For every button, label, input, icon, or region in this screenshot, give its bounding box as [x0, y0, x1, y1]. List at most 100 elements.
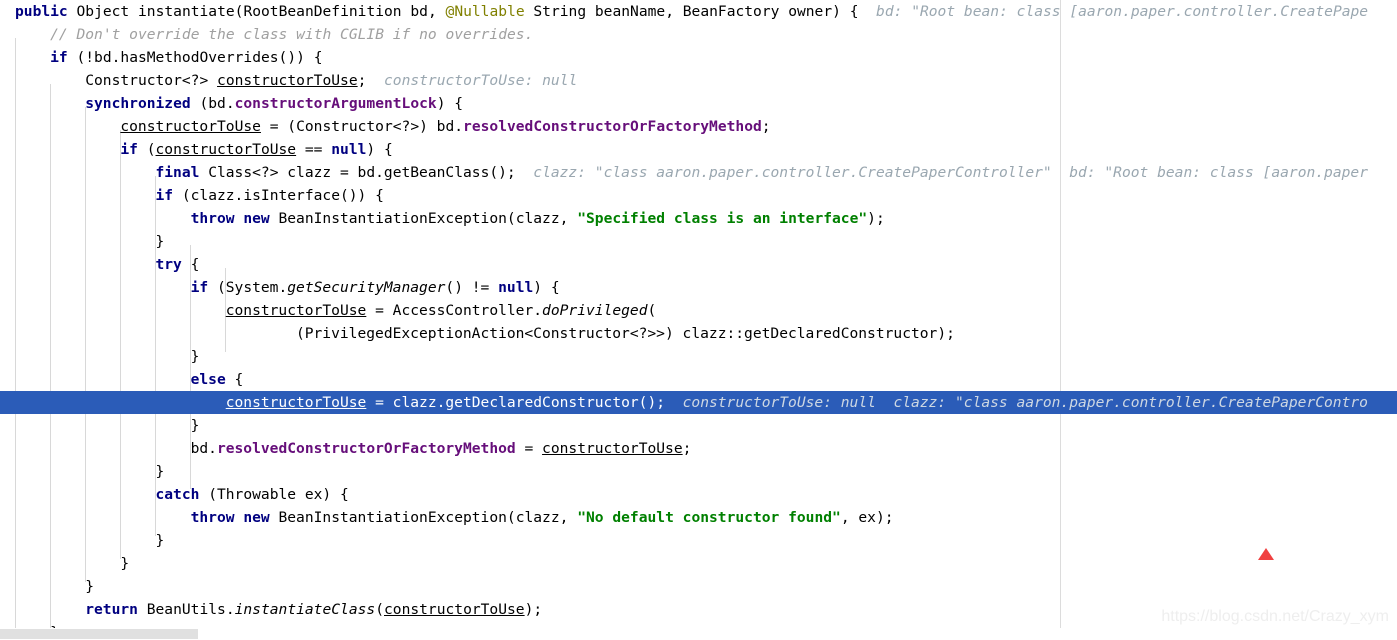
- code-token: BeanInstantiationException(clazz,: [269, 509, 578, 526]
- code-line[interactable]: constructorToUse = clazz.getDeclaredCons…: [0, 391, 1397, 414]
- code-token: new: [243, 210, 270, 227]
- code-token: // Don't override the class with CGLIB i…: [50, 26, 534, 43]
- code-line[interactable]: Constructor<?> constructorToUse; constru…: [0, 69, 1397, 92]
- code-line[interactable]: // Don't override the class with CGLIB i…: [0, 23, 1397, 46]
- code-token: (: [647, 302, 657, 319]
- code-token: (Throwable ex) {: [199, 486, 349, 503]
- code-token: if: [50, 49, 68, 66]
- code-token: ) {: [533, 279, 560, 296]
- code-token: (PrivilegedExceptionAction<Constructor<?…: [295, 325, 955, 342]
- code-token: (bd.: [190, 95, 235, 112]
- code-line[interactable]: if (constructorToUse == null) {: [0, 138, 1397, 161]
- horizontal-scrollbar-thumb[interactable]: [0, 629, 198, 639]
- code-token: (clazz.isInterface()) {: [173, 187, 384, 204]
- code-token: }: [190, 348, 200, 365]
- code-token: }: [155, 463, 165, 480]
- code-token: resolvedConstructorOrFactoryMethod: [216, 440, 516, 457]
- code-token: constructorArgumentLock: [234, 95, 437, 112]
- code-token: () !=: [445, 279, 499, 296]
- code-token: =: [515, 440, 543, 457]
- code-token: BeanInstantiationException(clazz,: [269, 210, 578, 227]
- code-token: public: [15, 3, 68, 20]
- code-token: ) {: [436, 95, 464, 112]
- code-token: new: [243, 509, 270, 526]
- code-token: null: [331, 141, 367, 158]
- code-token: {: [181, 256, 200, 273]
- code-line[interactable]: public Object instantiate(RootBeanDefini…: [0, 0, 1397, 23]
- code-token: }: [155, 233, 165, 250]
- code-token: constructorToUse: [542, 440, 683, 457]
- code-token: }: [120, 555, 130, 572]
- code-line[interactable]: (PrivilegedExceptionAction<Constructor<?…: [0, 322, 1397, 345]
- code-token: constructorToUse: [225, 302, 367, 319]
- code-token: @Nullable: [445, 3, 525, 20]
- code-token: constructorToUse: [217, 72, 358, 89]
- code-token: {: [225, 371, 244, 388]
- code-token: throw: [190, 509, 235, 526]
- error-marker-triangle[interactable]: [1258, 548, 1274, 560]
- code-token: }: [85, 578, 95, 595]
- code-token: constructorToUse: [384, 601, 525, 618]
- code-token: constructorToUse: [120, 118, 261, 135]
- code-line[interactable]: }: [0, 460, 1397, 483]
- code-token: }: [155, 532, 165, 549]
- code-token: if: [120, 141, 138, 158]
- code-line[interactable]: if (clazz.isInterface()) {: [0, 184, 1397, 207]
- code-token: resolvedConstructorOrFactoryMethod: [463, 118, 762, 135]
- code-line[interactable]: bd.resolvedConstructorOrFactoryMethod = …: [0, 437, 1397, 460]
- code-token: Constructor<?>: [85, 72, 218, 89]
- code-token: }: [190, 417, 200, 434]
- code-token: );: [524, 601, 543, 618]
- code-token: throw: [190, 210, 235, 227]
- code-token: "No default constructor found": [577, 509, 841, 526]
- code-line[interactable]: if (!bd.hasMethodOverrides()) {: [0, 46, 1397, 69]
- code-token: (!bd.hasMethodOverrides()) {: [67, 49, 323, 66]
- code-token: ;: [682, 440, 692, 457]
- code-line[interactable]: }: [0, 552, 1397, 575]
- code-line[interactable]: if (System.getSecurityManager() != null)…: [0, 276, 1397, 299]
- code-token: else: [190, 371, 226, 388]
- code-line[interactable]: constructorToUse = (Constructor<?>) bd.r…: [0, 115, 1397, 138]
- code-token: );: [867, 210, 885, 227]
- code-line[interactable]: }: [0, 345, 1397, 368]
- code-token: ;: [761, 118, 771, 135]
- code-token: try: [155, 256, 182, 273]
- code-token: ) {: [366, 141, 393, 158]
- code-line[interactable]: else {: [0, 368, 1397, 391]
- code-token: String beanName, BeanFactory owner) {: [524, 3, 859, 20]
- code-line[interactable]: final Class<?> clazz = bd.getBeanClass()…: [0, 161, 1397, 184]
- code-token: null: [498, 279, 534, 296]
- code-token: clazz: "class aaron.paper.controller.Cre…: [515, 164, 1368, 181]
- code-line[interactable]: catch (Throwable ex) {: [0, 483, 1397, 506]
- code-token: (: [137, 141, 156, 158]
- code-token: (System.: [208, 279, 288, 296]
- code-token: Object instantiate(RootBeanDefinition bd…: [67, 3, 446, 20]
- code-token: final: [155, 164, 200, 181]
- code-line[interactable]: try {: [0, 253, 1397, 276]
- watermark-text: https://blog.csdn.net/Crazy_xym: [1161, 608, 1389, 625]
- code-line[interactable]: }: [0, 414, 1397, 437]
- code-token: if: [155, 187, 174, 204]
- code-token: = clazz.getDeclaredConstructor();: [366, 394, 666, 411]
- code-line[interactable]: }: [0, 230, 1397, 253]
- code-token: getSecurityManager: [287, 279, 446, 296]
- code-line[interactable]: synchronized (bd.constructorArgumentLock…: [0, 92, 1397, 115]
- code-token: bd: "Root bean: class [aaron.paper.contr…: [858, 3, 1369, 20]
- code-editor[interactable]: public Object instantiate(RootBeanDefini…: [0, 0, 1397, 640]
- code-token: = (Constructor<?>) bd.: [260, 118, 464, 135]
- code-token: constructorToUse: null: [366, 72, 578, 89]
- code-token: , ex);: [840, 509, 894, 526]
- code-token: "Specified class is an interface": [577, 210, 868, 227]
- code-line[interactable]: throw new BeanInstantiationException(cla…: [0, 506, 1397, 529]
- code-line[interactable]: }: [0, 529, 1397, 552]
- code-token: return: [85, 601, 138, 618]
- code-text-area[interactable]: public Object instantiate(RootBeanDefini…: [0, 0, 1397, 628]
- code-token: synchronized: [85, 95, 191, 112]
- code-line[interactable]: }: [0, 575, 1397, 598]
- code-line[interactable]: constructorToUse = AccessController.doPr…: [0, 299, 1397, 322]
- horizontal-scrollbar[interactable]: [0, 628, 1397, 640]
- code-token: BeanUtils.: [137, 601, 235, 618]
- code-line[interactable]: throw new BeanInstantiationException(cla…: [0, 207, 1397, 230]
- code-token: constructorToUse: null clazz: "class aar…: [665, 394, 1368, 411]
